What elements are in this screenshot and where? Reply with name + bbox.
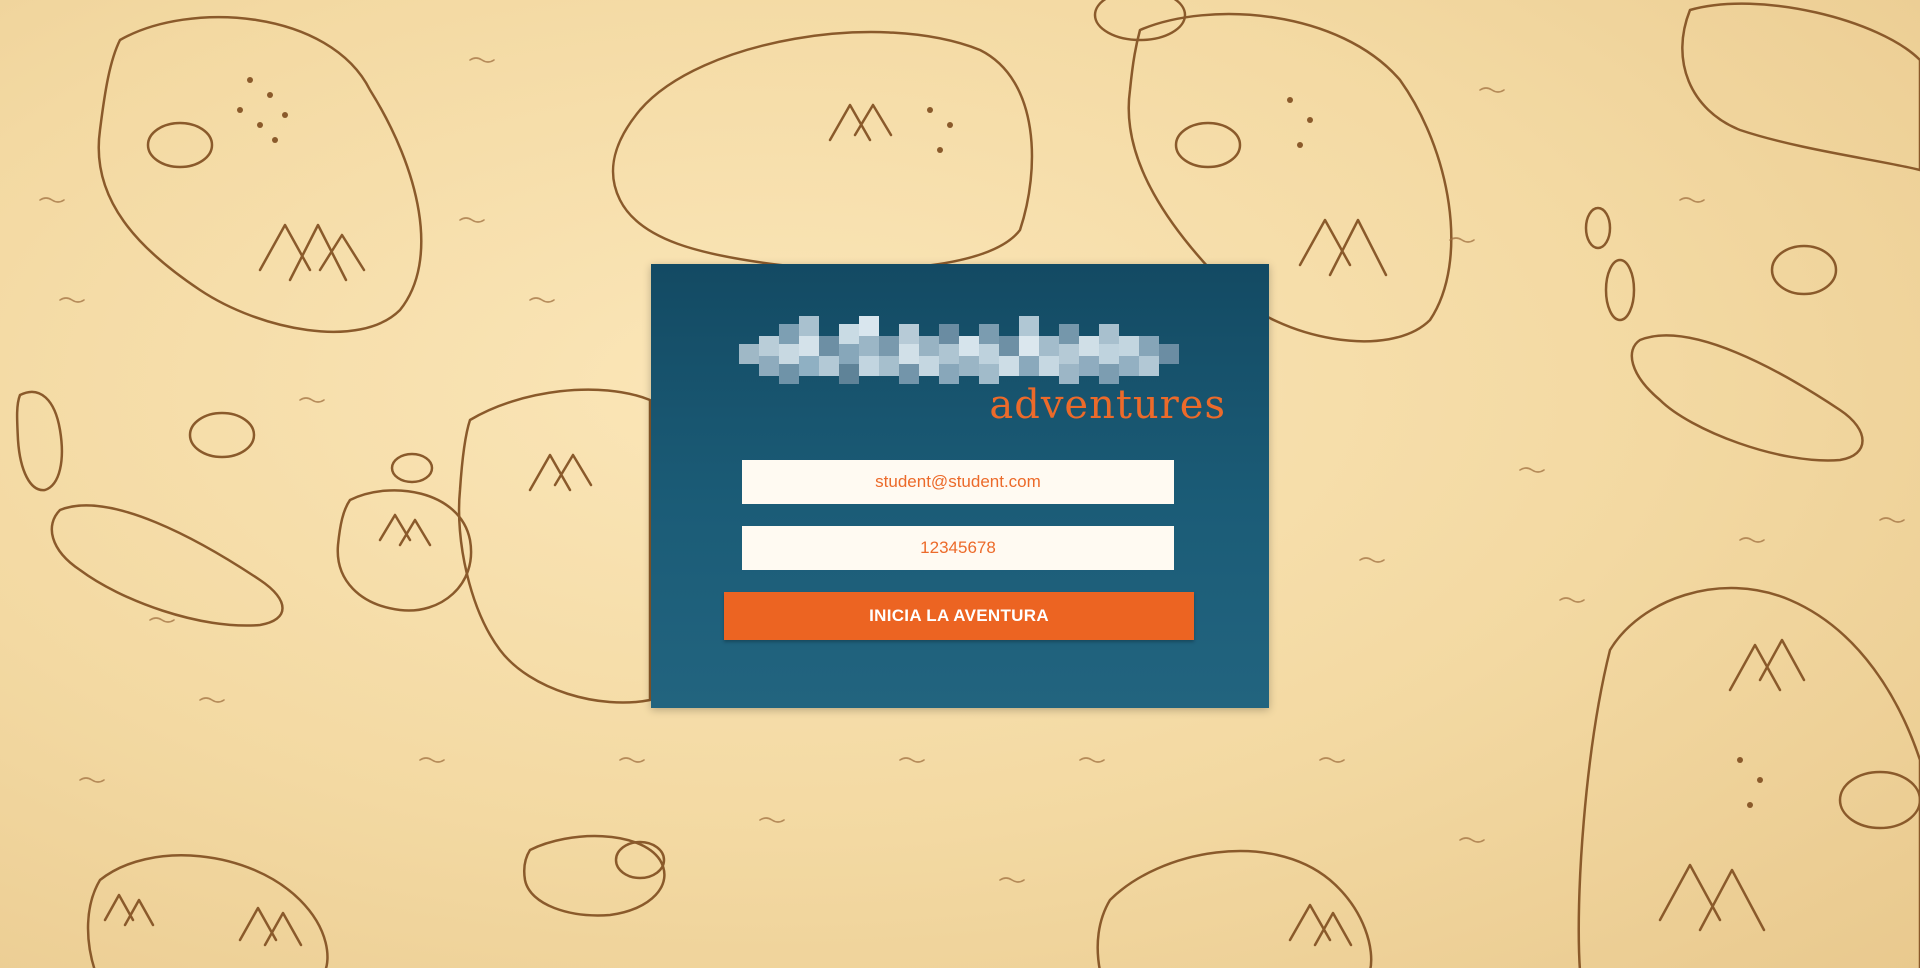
email-field[interactable] — [742, 460, 1174, 504]
login-card: adventures INICIA LA AVENTURA — [651, 264, 1269, 708]
login-page: adventures INICIA LA AVENTURA — [0, 0, 1920, 971]
start-adventure-button[interactable]: INICIA LA AVENTURA — [724, 592, 1194, 640]
brand-subtitle: adventures — [989, 382, 1226, 428]
password-field[interactable] — [742, 526, 1174, 570]
